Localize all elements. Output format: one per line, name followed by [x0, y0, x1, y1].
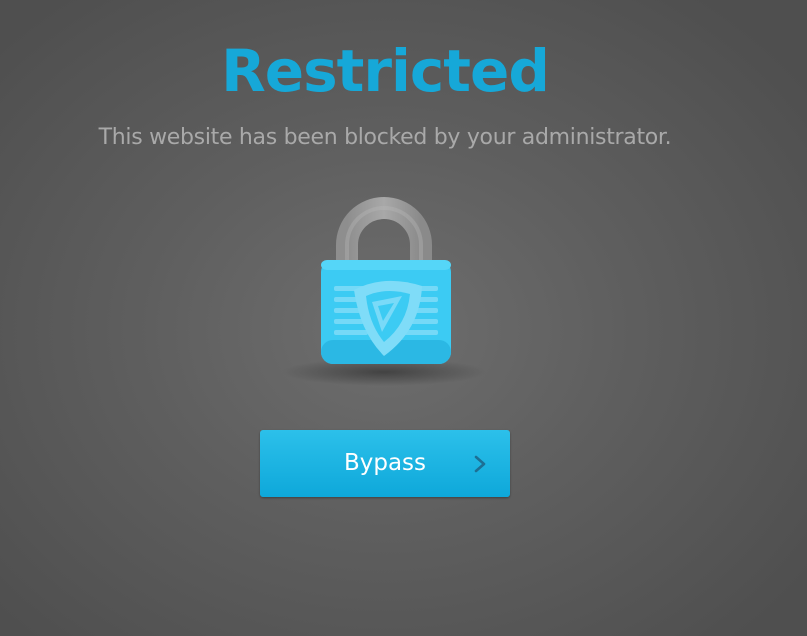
page-title: Restricted [221, 37, 550, 105]
bypass-button[interactable]: Bypass [260, 430, 510, 497]
chevron-right-icon [474, 455, 486, 473]
padlock-shield-icon [282, 197, 486, 386]
blocked-message: This website has been blocked by your ad… [98, 125, 672, 150]
